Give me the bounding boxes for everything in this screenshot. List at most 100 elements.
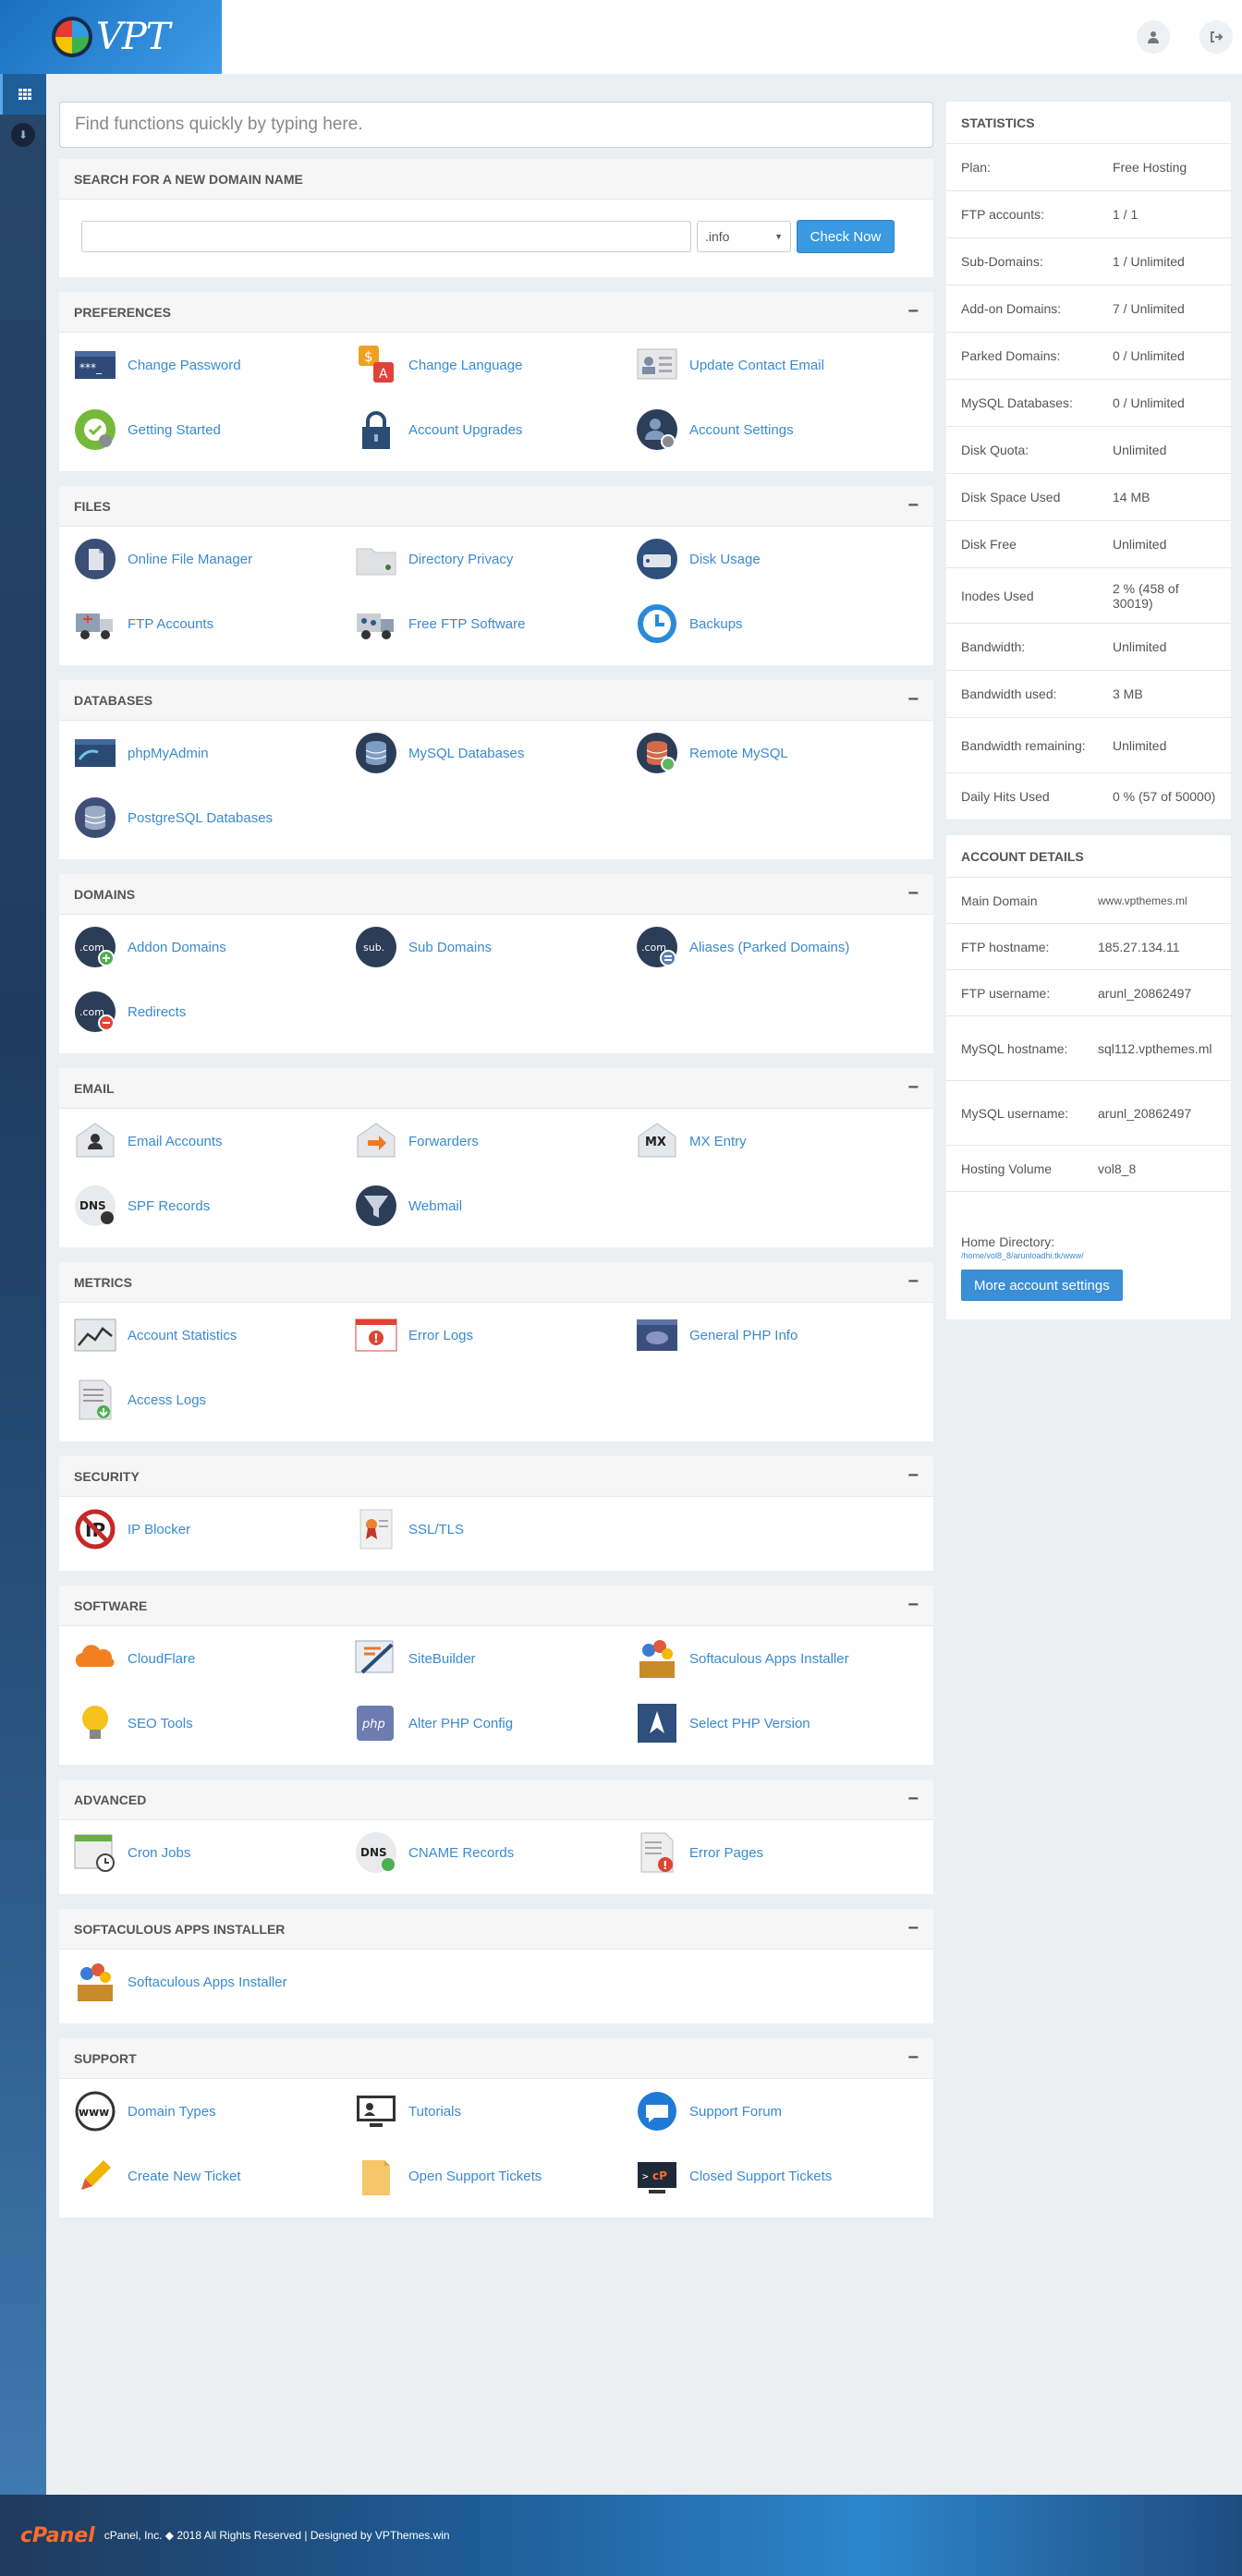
- feature-link[interactable]: Support Forum: [636, 2079, 917, 2144]
- feature-link[interactable]: SiteBuilder: [355, 1626, 636, 1691]
- feature-link[interactable]: Access Logs: [74, 1367, 355, 1432]
- feature-link[interactable]: Tutorials: [355, 2079, 636, 2144]
- statistic-row: Disk Space Used 14 MB: [946, 474, 1231, 521]
- feature-link[interactable]: DNS CNAME Records: [355, 1820, 636, 1885]
- feature-link[interactable]: Update Contact Email: [636, 333, 917, 397]
- feature-link[interactable]: Webmail: [355, 1173, 636, 1238]
- collapse-icon[interactable]: −: [907, 883, 919, 905]
- panel-softaculous: SOFTACULOUS APPS INSTALLER − Softaculous A…: [59, 1909, 933, 2023]
- feature-link[interactable]: php Alter PHP Config: [355, 1691, 636, 1756]
- collapse-icon[interactable]: −: [907, 1077, 919, 1099]
- collapse-icon[interactable]: −: [907, 301, 919, 322]
- feature-link[interactable]: Free FTP Software: [355, 591, 636, 656]
- panel-header[interactable]: SECURITY −: [59, 1456, 933, 1497]
- feature-link[interactable]: phpMyAdmin: [74, 721, 355, 785]
- feature-link[interactable]: Select PHP Version: [636, 1691, 917, 1756]
- feature-link[interactable]: www Domain Types: [74, 2079, 355, 2144]
- statistic-row: Inodes Used 2 % (458 of 30019): [946, 568, 1231, 624]
- feature-link[interactable]: SSL/TLS: [355, 1497, 636, 1561]
- panel-header[interactable]: SUPPORT −: [59, 2038, 933, 2079]
- feature-link[interactable]: Account Settings: [636, 397, 917, 462]
- check-now-button[interactable]: Check Now: [797, 220, 895, 253]
- open-ticket-icon: [355, 2155, 397, 2197]
- feature-link[interactable]: PostgreSQL Databases: [74, 785, 355, 850]
- collapse-icon[interactable]: −: [907, 1595, 919, 1616]
- statistic-label: Plan:: [961, 160, 991, 175]
- feature-link[interactable]: ! Error Logs: [355, 1303, 636, 1367]
- statistic-label: MySQL Databases:: [961, 395, 1073, 410]
- feature-link[interactable]: Softaculous Apps Installer: [636, 1626, 917, 1691]
- feature-link[interactable]: MySQL Databases: [355, 721, 636, 785]
- panel-item-grid: www Domain Types Tutorials Support Forum Cre…: [59, 2079, 933, 2218]
- sidebar: ⬇: [0, 74, 46, 2495]
- panel-header[interactable]: PREFERENCES −: [59, 292, 933, 333]
- feature-link[interactable]: Disk Usage: [636, 527, 917, 591]
- panel-item-grid: .com Addon Domains sub. Sub Domains .com Alia…: [59, 915, 933, 1053]
- feature-label: Support Forum: [689, 2103, 783, 2120]
- panel-header[interactable]: SOFTACULOUS APPS INSTALLER −: [59, 1909, 933, 1950]
- feature-link[interactable]: General PHP Info: [636, 1303, 917, 1367]
- account-label: Main Domain: [961, 893, 1038, 908]
- feature-link[interactable]: Directory Privacy: [355, 527, 636, 591]
- more-account-settings-button[interactable]: More account settings: [961, 1270, 1123, 1301]
- feature-link[interactable]: > cP Closed Support Tickets: [636, 2144, 917, 2208]
- panel-header[interactable]: ADVANCED −: [59, 1780, 933, 1820]
- contact-card-icon: [636, 344, 678, 386]
- statistic-row: Disk Quota: Unlimited: [946, 427, 1231, 474]
- brand-logo[interactable]: VPT: [0, 0, 222, 74]
- feature-link[interactable]: Backups: [636, 591, 917, 656]
- collapse-icon[interactable]: −: [907, 689, 919, 711]
- feature-link[interactable]: .com Redirects: [74, 979, 355, 1044]
- feature-label: SiteBuilder: [408, 1650, 476, 1667]
- tld-select[interactable]: .info ▼: [697, 221, 791, 252]
- collapse-icon[interactable]: −: [907, 495, 919, 516]
- feature-link[interactable]: SEO Tools: [74, 1691, 355, 1756]
- collapse-icon[interactable]: −: [907, 1271, 919, 1293]
- feature-link[interactable]: Account Upgrades: [355, 397, 636, 462]
- statistic-value: Unlimited: [1113, 639, 1167, 654]
- panel-header[interactable]: METRICS −: [59, 1262, 933, 1303]
- statistics-panel: STATISTICS Plan: Free Hosting FTP accounts…: [946, 102, 1231, 820]
- collapse-icon[interactable]: −: [907, 1789, 919, 1810]
- redirect-icon: .com: [74, 990, 116, 1033]
- home-directory-label: Home Directory:: [961, 1234, 1055, 1249]
- collapse-icon[interactable]: −: [907, 1918, 919, 1939]
- feature-link[interactable]: Account Statistics: [74, 1303, 355, 1367]
- sidebar-item-download[interactable]: ⬇: [0, 115, 46, 155]
- sidebar-item-home[interactable]: [0, 74, 46, 115]
- collapse-icon[interactable]: −: [907, 2047, 919, 2069]
- panel-header[interactable]: EMAIL −: [59, 1068, 933, 1109]
- feature-link[interactable]: Online File Manager: [74, 527, 355, 591]
- feature-link[interactable]: FTP Accounts: [74, 591, 355, 656]
- feature-link[interactable]: Softaculous Apps Installer: [74, 1950, 355, 2014]
- feature-link[interactable]: sub. Sub Domains: [355, 915, 636, 979]
- function-search-input[interactable]: Find functions quickly by typing here.: [59, 102, 933, 148]
- feature-link[interactable]: Open Support Tickets: [355, 2144, 636, 2208]
- user-button[interactable]: [1137, 20, 1170, 54]
- panel-header[interactable]: DOMAINS −: [59, 874, 933, 915]
- feature-link[interactable]: $ A Change Language: [355, 333, 636, 397]
- feature-link[interactable]: MX MX Entry: [636, 1109, 917, 1173]
- panel-security: SECURITY − IP IP Blocker SSL/TLS: [59, 1456, 933, 1571]
- feature-link[interactable]: Remote MySQL: [636, 721, 917, 785]
- panel-header[interactable]: SOFTWARE −: [59, 1586, 933, 1626]
- logout-button[interactable]: [1199, 20, 1233, 54]
- panel-header[interactable]: DATABASES −: [59, 680, 933, 721]
- collapse-icon[interactable]: −: [907, 1465, 919, 1487]
- feature-link[interactable]: Create New Ticket: [74, 2144, 355, 2208]
- feature-link[interactable]: Getting Started: [74, 397, 355, 462]
- file-manager-icon: [74, 538, 116, 580]
- feature-link[interactable]: ***_ Change Password: [74, 333, 355, 397]
- feature-link[interactable]: IP IP Blocker: [74, 1497, 355, 1561]
- feature-link[interactable]: .com Addon Domains: [74, 915, 355, 979]
- panel-header[interactable]: FILES −: [59, 486, 933, 527]
- feature-label: Redirects: [128, 1003, 187, 1020]
- feature-link[interactable]: .com Aliases (Parked Domains): [636, 915, 917, 979]
- domain-name-input[interactable]: [81, 221, 691, 252]
- feature-link[interactable]: DNS SPF Records: [74, 1173, 355, 1238]
- feature-link[interactable]: Email Accounts: [74, 1109, 355, 1173]
- feature-link[interactable]: Forwarders: [355, 1109, 636, 1173]
- feature-link[interactable]: Cron Jobs: [74, 1820, 355, 1885]
- feature-link[interactable]: ! Error Pages: [636, 1820, 917, 1885]
- feature-link[interactable]: CloudFlare: [74, 1626, 355, 1691]
